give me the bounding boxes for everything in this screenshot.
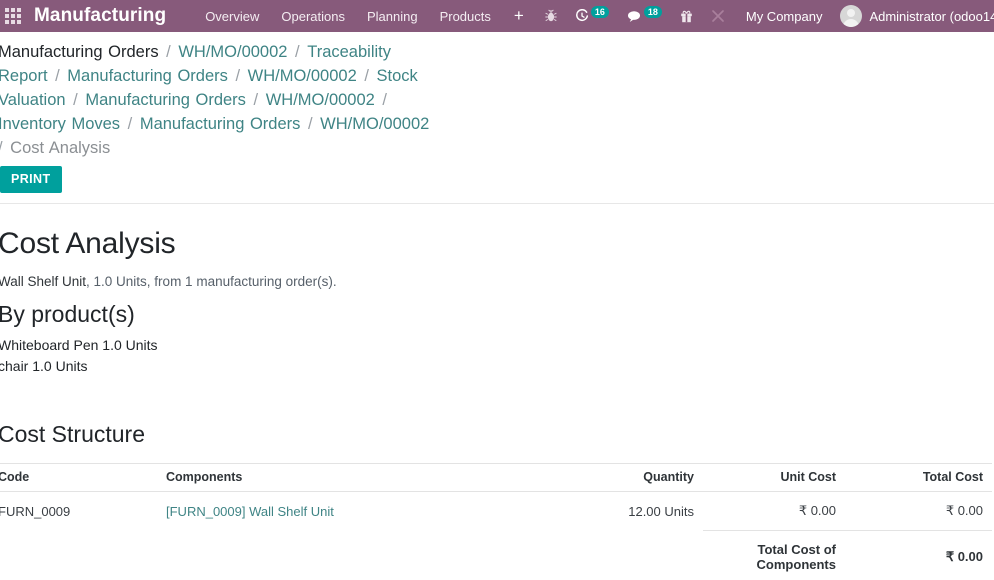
breadcrumb-separator: /	[160, 43, 177, 61]
report-subtitle-rest: , 1.0 Units, from 1 manufacturing order(…	[86, 274, 337, 289]
action-button-row: PRINT	[0, 166, 994, 203]
menu-item-overview[interactable]: Overview	[194, 3, 270, 30]
menu-item-planning[interactable]: Planning	[356, 3, 429, 30]
breadcrumb-item[interactable]: WH/MO/00002	[320, 115, 429, 133]
list-item: Whiteboard Pen 1.0 Units	[0, 337, 158, 353]
table-header: Code Components Quantity Unit Cost Total…	[0, 463, 992, 492]
control-panel: Manufacturing Orders / WH/MO/00002 / Tra…	[0, 32, 994, 204]
user-name-label: Administrator (odoo14_	[869, 8, 994, 24]
spacer-cell	[503, 531, 703, 580]
report-subtitle: Wall Shelf Unit, 1.0 Units, from 1 manuf…	[0, 273, 994, 291]
add-menu-button[interactable]: +	[502, 5, 536, 27]
breadcrumb-item[interactable]: Manufacturing Orders	[67, 67, 228, 85]
apps-grid-dots	[5, 8, 21, 24]
breadcrumb-item: Cost Analysis	[10, 139, 111, 157]
company-selector[interactable]: My Company	[734, 9, 835, 24]
systray: 16 18	[536, 0, 734, 32]
spacer-cell	[166, 531, 503, 580]
column-header-code: Code	[0, 463, 166, 492]
breadcrumb-item[interactable]: Manufacturing Orders	[140, 115, 301, 133]
breadcrumb-separator: /	[289, 43, 306, 61]
activity-count-badge: 16	[590, 6, 609, 18]
cell-code: FURN_0009	[0, 503, 71, 519]
apps-grid-icon[interactable]	[0, 0, 26, 32]
total-components-row: Total Cost of Components ₹ 0.00	[0, 530, 992, 580]
main-menu: Overview Operations Planning Products	[194, 3, 502, 30]
messages-count-badge: 18	[643, 6, 662, 18]
cost-structure-table: Code Components Quantity Unit Cost Total…	[0, 463, 992, 580]
list-item: chair 1.0 Units	[0, 358, 88, 374]
activity-clock-icon[interactable]: 16	[566, 0, 618, 32]
menu-item-operations[interactable]: Operations	[270, 3, 356, 30]
app-brand-title[interactable]: Manufacturing	[34, 5, 166, 27]
component-link[interactable]: [FURN_0009] Wall Shelf Unit	[166, 504, 334, 519]
gift-icon[interactable]	[671, 0, 702, 32]
table-body: FURN_0009 [FURN_0009] Wall Shelf Unit 12…	[0, 492, 992, 580]
breadcrumb: Manufacturing Orders / WH/MO/00002 / Tra…	[0, 32, 440, 166]
byproducts-heading: By product(s)	[0, 301, 135, 327]
column-header-total-cost: Total Cost	[845, 463, 992, 492]
cost-analysis-report: Cost Analysis Wall Shelf Unit, 1.0 Units…	[0, 226, 994, 580]
user-menu[interactable]: Administrator (odoo14_	[834, 5, 994, 27]
bug-icon[interactable]	[536, 0, 566, 32]
print-button[interactable]: PRINT	[0, 166, 62, 193]
avatar	[840, 5, 863, 27]
shortcut-icon[interactable]	[702, 0, 734, 32]
table-header-row: Code Components Quantity Unit Cost Total…	[0, 463, 992, 492]
breadcrumb-separator: /	[49, 67, 66, 85]
breadcrumb-item[interactable]: Inventory Moves	[0, 115, 120, 133]
messages-icon[interactable]: 18	[618, 0, 671, 32]
total-components-label: Total Cost of Components	[703, 530, 845, 580]
cost-structure-heading: Cost Structure	[0, 421, 145, 447]
menu-item-products[interactable]: Products	[429, 3, 502, 30]
breadcrumb-separator: /	[358, 67, 375, 85]
table-row: FURN_0009 [FURN_0009] Wall Shelf Unit 12…	[0, 492, 992, 531]
column-header-quantity: Quantity	[503, 463, 703, 492]
breadcrumb-separator: /	[122, 115, 138, 133]
page-title: Cost Analysis	[0, 227, 176, 260]
column-header-unit-cost: Unit Cost	[703, 463, 845, 492]
cell-unit-cost: ₹ 0.00	[798, 503, 836, 518]
breadcrumb-separator: /	[302, 115, 319, 133]
breadcrumb-separator: /	[67, 91, 84, 109]
breadcrumb-separator: /	[376, 91, 387, 109]
breadcrumb-item[interactable]: Manufacturing Orders	[85, 91, 246, 109]
column-header-components: Components	[166, 463, 503, 492]
breadcrumb-item[interactable]: WH/MO/00002	[266, 91, 375, 109]
breadcrumb-item[interactable]: Manufacturing Orders	[0, 43, 159, 61]
spacer-cell	[0, 531, 166, 580]
cell-total-cost: ₹ 0.00	[945, 503, 983, 518]
top-navbar: Manufacturing Overview Operations Planni…	[0, 0, 994, 32]
breadcrumb-separator: /	[229, 67, 246, 85]
report-subtitle-product: Wall Shelf Unit	[0, 274, 87, 289]
breadcrumb-item[interactable]: WH/MO/00002	[248, 67, 357, 85]
cell-quantity: 12.00 Units	[628, 503, 694, 519]
total-components-value: ₹ 0.00	[845, 530, 992, 580]
breadcrumb-item[interactable]: WH/MO/00002	[178, 43, 287, 61]
breadcrumb-separator: /	[247, 91, 264, 109]
byproducts-list: Whiteboard Pen 1.0 Units chair 1.0 Units	[0, 335, 994, 377]
cell-component: [FURN_0009] Wall Shelf Unit	[166, 492, 503, 531]
